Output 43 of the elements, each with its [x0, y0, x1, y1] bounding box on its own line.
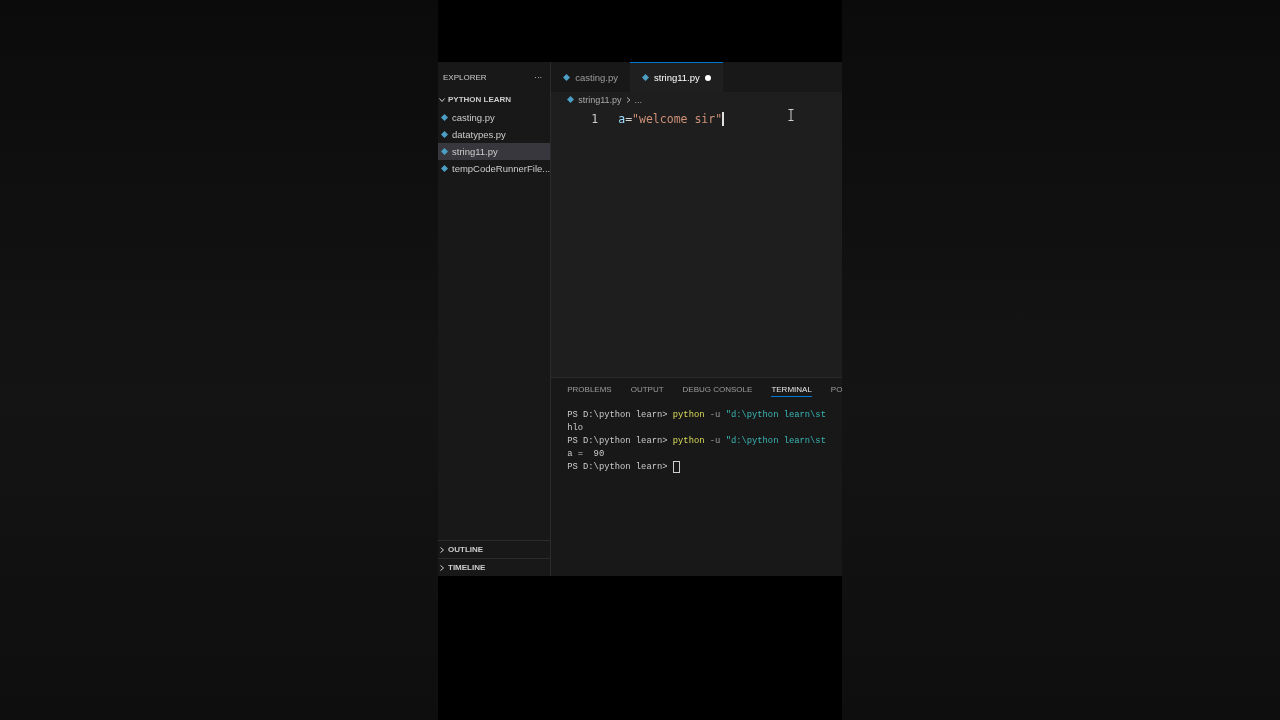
section-title: TIMELINE [448, 563, 486, 572]
terminal-text: PS D:\python learn> [567, 409, 669, 420]
python-file-icon [563, 74, 571, 81]
panel-tab[interactable]: DEBUG CONSOLE [682, 382, 753, 397]
terminal-text: hlo [567, 422, 584, 433]
editor-tab[interactable]: string11.py [630, 62, 723, 92]
panel-tab[interactable]: PO [830, 382, 843, 397]
python-file-icon [642, 74, 649, 81]
file-item[interactable]: casting.py [438, 109, 551, 126]
section-header[interactable]: OUTLINE [438, 540, 551, 558]
explorer-title: EXPLORER [443, 72, 487, 82]
file-item[interactable]: tempCodeRunnerFile... [438, 160, 551, 177]
terminal-text: PS D:\python learn> [567, 435, 669, 446]
terminal-text: "d:\python learn\st [725, 435, 826, 446]
chevron-right-icon [625, 96, 631, 103]
folder-name: PYTHON LEARN [448, 95, 512, 104]
terminal-text: "d:\python learn\st [725, 409, 826, 420]
file-item[interactable]: datatypes.py [438, 126, 551, 143]
section-title: OUTLINE [448, 545, 484, 554]
text-caret [722, 112, 724, 126]
terminal-text: python [672, 409, 705, 420]
python-file-icon [441, 114, 448, 121]
breadcrumb-file[interactable]: string11.py [578, 94, 622, 105]
python-file-icon [567, 96, 575, 103]
folder-header[interactable]: PYTHON LEARN [438, 92, 551, 107]
terminal-text: python [672, 435, 705, 446]
code-line: a="welcome sir" [618, 112, 723, 126]
terminal-text: PS D:\python learn> [567, 461, 669, 472]
python-file-icon [441, 165, 448, 172]
line-number: 1 [590, 112, 600, 126]
panel-tab[interactable]: PROBLEMS [567, 382, 612, 397]
terminal-cursor [672, 460, 680, 473]
more-actions-button[interactable]: ··· [534, 72, 543, 82]
python-file-icon [441, 148, 448, 155]
terminal-text: -u [708, 435, 722, 446]
text-cursor-icon [788, 109, 795, 121]
file-item[interactable]: string11.py [438, 143, 551, 160]
terminal-text: -u [708, 409, 722, 420]
terminal-text: a = 90 [567, 448, 605, 459]
python-file-icon [441, 131, 448, 138]
panel-tab[interactable]: OUTPUT [630, 382, 664, 397]
panel-tab[interactable]: TERMINAL [771, 382, 812, 397]
breadcrumb-rest[interactable]: ... [634, 94, 643, 105]
